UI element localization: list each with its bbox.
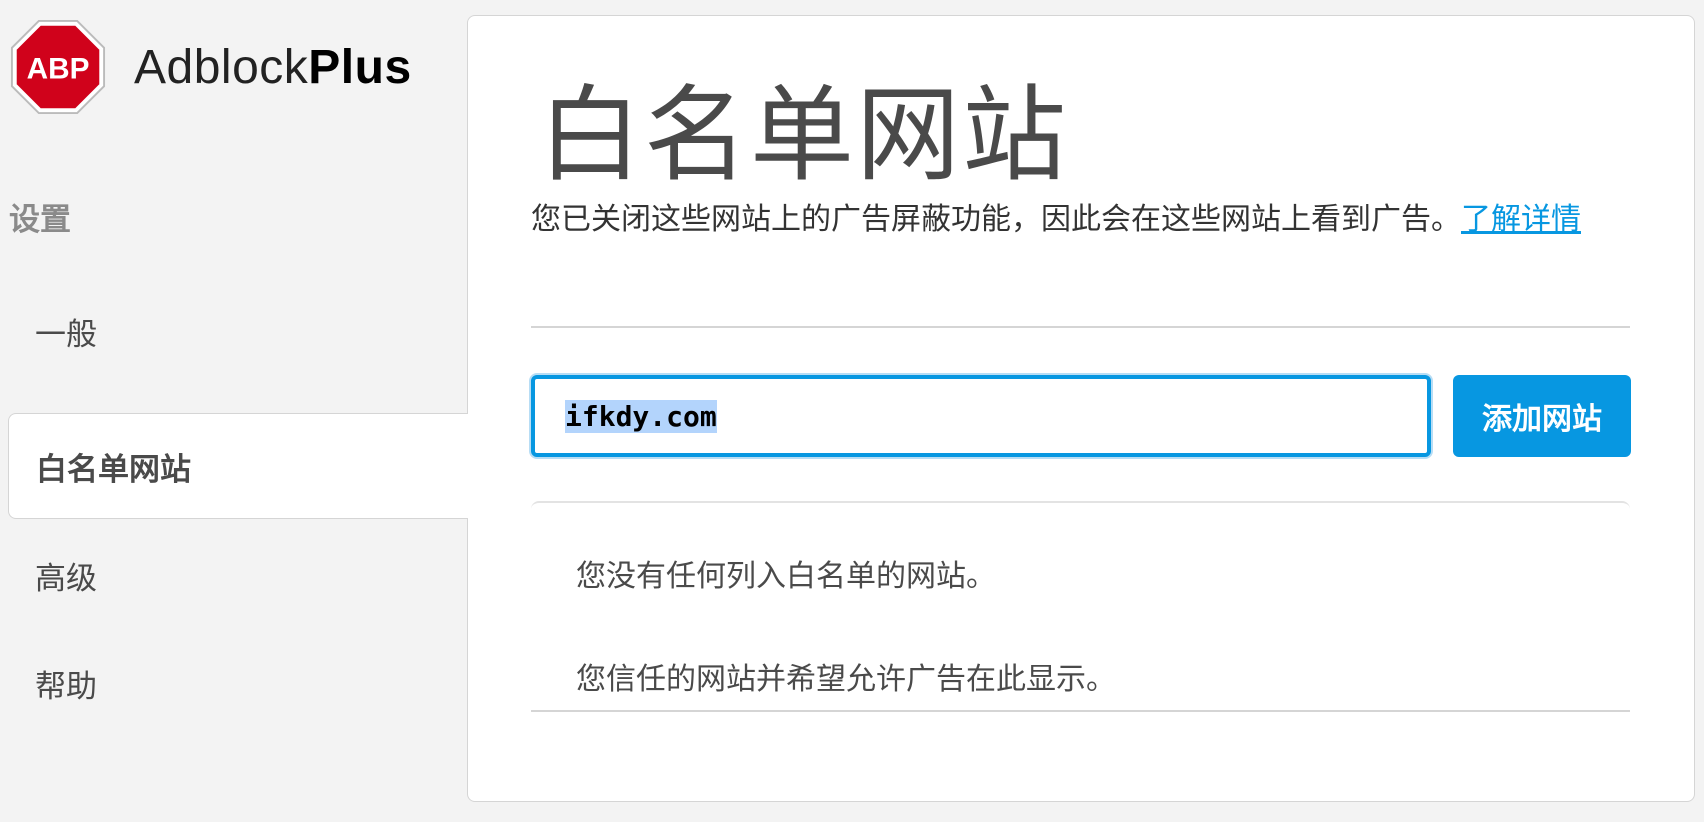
- page-title: 白名单网站: [538, 74, 1069, 196]
- sidebar-item-general[interactable]: 一般: [8, 278, 468, 384]
- sidebar-item-advanced[interactable]: 高级: [8, 522, 468, 628]
- adblock-plus-logo: ABP AdblockPlus: [10, 18, 412, 116]
- brand-name: AdblockPlus: [134, 40, 412, 95]
- abp-stop-sign-icon: ABP: [10, 19, 106, 115]
- whitelist-panel: 白名单网站 您已关闭这些网站上的广告屏蔽功能，因此会在这些网站上看到广告。了解详…: [467, 15, 1695, 802]
- divider: [531, 710, 1630, 712]
- settings-heading: 设置: [9, 202, 71, 238]
- empty-state-title: 您没有任何列入白名单的网站。: [576, 559, 996, 594]
- website-input[interactable]: [531, 375, 1431, 457]
- sidebar-item-label: 一般: [35, 316, 97, 353]
- add-website-button[interactable]: 添加网站: [1453, 375, 1631, 457]
- sidebar-item-label: 高级: [35, 560, 97, 597]
- sidebar-item-label: 帮助: [35, 668, 97, 705]
- abp-badge-text: ABP: [27, 53, 90, 86]
- empty-state-description: 您信任的网站并希望允许广告在此显示。: [576, 662, 1116, 697]
- brand-name-light: Adblock: [134, 40, 309, 94]
- learn-more-link[interactable]: 了解详情: [1461, 202, 1581, 237]
- sidebar-item-whitelisted-websites[interactable]: 白名单网站: [8, 413, 468, 519]
- sidebar: ABP AdblockPlus 设置 一般 白名单网站 高级 帮助: [0, 0, 468, 822]
- sidebar-item-help[interactable]: 帮助: [8, 630, 468, 736]
- sidebar-item-label: 白名单网站: [36, 451, 191, 488]
- description-text: 您已关闭这些网站上的广告屏蔽功能，因此会在这些网站上看到广告。: [531, 202, 1461, 237]
- whitelist-list: 您没有任何列入白名单的网站。 您信任的网站并希望允许广告在此显示。: [531, 501, 1630, 710]
- page-description: 您已关闭这些网站上的广告屏蔽功能，因此会在这些网站上看到广告。了解详情: [531, 200, 1631, 239]
- divider: [531, 326, 1630, 328]
- brand-name-bold: Plus: [308, 40, 412, 94]
